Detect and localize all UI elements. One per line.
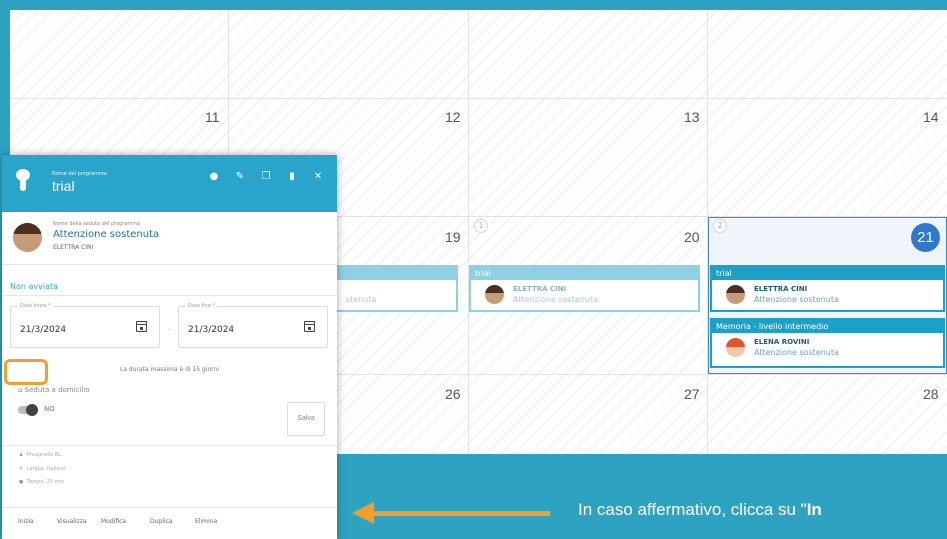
- start-button-highlight: [4, 359, 48, 385]
- start-date-value[interactable]: 21/3/2024: [20, 325, 66, 335]
- grid-line: [10, 98, 947, 99]
- event-session: Attenzione sostenuta: [513, 295, 598, 304]
- event-session: stenuta: [346, 295, 377, 304]
- info-text: Lingua: Italiano: [27, 466, 66, 472]
- info-row: ✎ Lingua: Italiano: [19, 466, 66, 472]
- avatar: [13, 223, 42, 252]
- day-number[interactable]: 20: [684, 229, 700, 245]
- info-text: Preagnello BL: [27, 452, 62, 458]
- event-session: Attenzione sostenuta: [754, 295, 839, 304]
- session-patient: ELETTRA CINI: [53, 244, 94, 251]
- tutorial-caption: In caso affermativo, clicca su "In: [578, 500, 822, 520]
- day-number[interactable]: 14: [923, 109, 939, 125]
- copy-icon[interactable]: ❐: [253, 168, 279, 186]
- start-button[interactable]: Inizia: [18, 518, 34, 525]
- event-patient: ELENA ROVINI: [754, 338, 810, 346]
- app-logo-icon: [15, 169, 31, 191]
- user-icon: ♟: [19, 452, 24, 458]
- status-badge: Non avviata: [10, 282, 59, 291]
- end-date-label: Data fine *: [186, 303, 218, 309]
- home-session-text: Seduta a domicilio: [24, 386, 90, 394]
- toggle-label: NO: [44, 405, 55, 413]
- end-date-field[interactable]: Data fine * 21/3/2024: [178, 303, 328, 348]
- caption-bold-text: In: [806, 500, 822, 519]
- day-number[interactable]: 28: [923, 386, 939, 402]
- duplicate-button[interactable]: Duplica: [150, 518, 173, 525]
- day-number[interactable]: 19: [445, 229, 461, 245]
- calendar-event[interactable]: trial ELETTRA CINI Attenzione sostenuta: [469, 265, 700, 312]
- caption-bar: [337, 454, 947, 539]
- home-session-label: ⌂ Seduta a domicilio: [18, 386, 90, 394]
- start-date-field[interactable]: Data Inizio * 21/3/2024: [10, 303, 160, 348]
- calendar-event[interactable]: trial ELETTRA CINI Attenzione sostenuta: [710, 265, 945, 312]
- session-label: Nome della seduta del programma: [53, 221, 141, 227]
- calendar-event[interactable]: Memoria - livello intermedio ELENA ROVIN…: [710, 318, 945, 368]
- event-count-badge: 2: [713, 219, 727, 233]
- max-duration-note: La durata massima è di 15 giorni: [120, 366, 219, 373]
- avatar: [726, 338, 745, 357]
- calendar-icon[interactable]: [304, 321, 315, 332]
- event-program: trial: [471, 267, 698, 280]
- today-day-number[interactable]: 21: [911, 223, 940, 252]
- action-bar: Inizia Visualizza Modifica Duplica Elimi…: [2, 508, 337, 539]
- session-name[interactable]: Attenzione sostenuta: [53, 229, 159, 240]
- event-program: Memoria - livello intermedio: [712, 320, 943, 333]
- date-separator: -: [168, 325, 171, 334]
- info-row: ● Tempo: 25 min: [19, 479, 64, 485]
- event-program: [332, 267, 456, 280]
- divider: [2, 295, 337, 296]
- arrow-left-icon: [352, 502, 374, 524]
- event-count-badge: 1: [474, 219, 488, 233]
- save-button[interactable]: Salva: [287, 402, 325, 436]
- day-number[interactable]: 26: [445, 386, 461, 402]
- info-text: Tempo: 25 min: [27, 479, 65, 485]
- day-number[interactable]: 11: [205, 109, 220, 125]
- caption-text: In caso affermativo, clicca su ": [578, 500, 807, 519]
- event-session: Attenzione sostenuta: [754, 348, 839, 357]
- session-info: Nome della seduta del programma Attenzio…: [2, 212, 337, 265]
- event-patient: ELETTRA CINI: [513, 285, 567, 293]
- clock-icon: ●: [19, 479, 24, 485]
- edit-button[interactable]: Modifica: [101, 518, 126, 525]
- program-label: Nome del programma: [52, 171, 107, 177]
- trash-icon[interactable]: ▮: [279, 168, 305, 186]
- home-icon: ⌂: [18, 386, 25, 394]
- day-number[interactable]: 12: [445, 109, 461, 125]
- close-icon[interactable]: ✕: [305, 168, 331, 186]
- pencil-icon[interactable]: ✎: [227, 168, 253, 186]
- calendar-icon[interactable]: [136, 321, 147, 332]
- delete-button[interactable]: Elimina: [195, 518, 217, 525]
- grid-line: [468, 10, 469, 500]
- avatar: [726, 285, 745, 304]
- end-date-value[interactable]: 21/3/2024: [188, 325, 234, 335]
- panel-header: Nome del programma trial ● ✎ ❐ ▮ ✕: [2, 155, 337, 212]
- view-button[interactable]: Visualizza: [57, 518, 87, 525]
- language-icon: ✎: [19, 466, 24, 472]
- arrow-line: [370, 511, 550, 516]
- calendar-event[interactable]: stenuta: [330, 265, 458, 312]
- start-date-label: Data Inizio *: [18, 303, 53, 309]
- day-number[interactable]: 27: [684, 386, 700, 402]
- day-number[interactable]: 13: [684, 109, 700, 125]
- session-detail-panel: Nome del programma trial ● ✎ ❐ ▮ ✕ Nome …: [2, 155, 337, 539]
- program-title: trial: [52, 178, 75, 194]
- info-row: ♟ Preagnello BL: [19, 452, 61, 458]
- header-toolbar: ● ✎ ❐ ▮ ✕: [201, 168, 331, 186]
- home-session-toggle[interactable]: [18, 404, 38, 416]
- eye-icon[interactable]: ●: [201, 168, 227, 186]
- avatar: [485, 285, 504, 304]
- event-program: trial: [712, 267, 943, 280]
- event-patient: ELETTRA CINI: [754, 285, 808, 293]
- divider: [2, 445, 337, 446]
